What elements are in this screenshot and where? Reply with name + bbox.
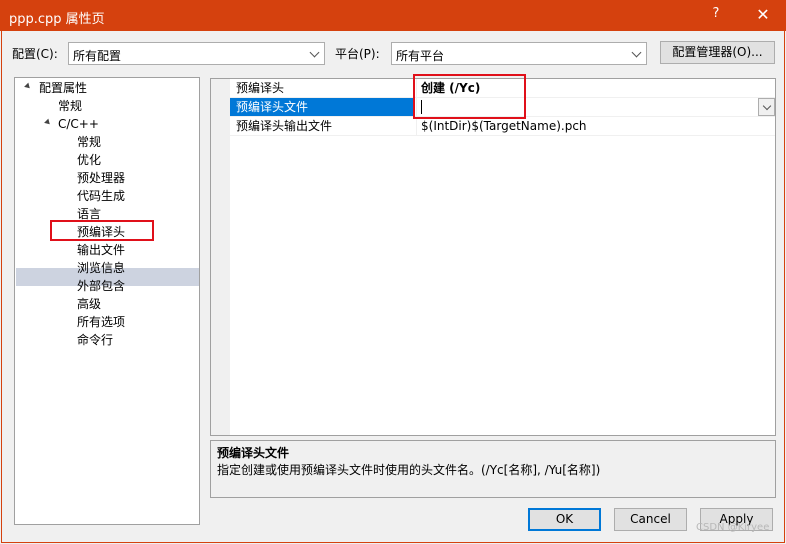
tree-item-preprocessor[interactable]: 预处理器 (77, 169, 125, 187)
close-button[interactable]: ✕ (740, 0, 786, 31)
config-manager-button[interactable]: 配置管理器(O)... (660, 41, 775, 64)
cancel-button[interactable]: Cancel (614, 508, 687, 531)
property-value[interactable]: $(IntDir)$(TargetName).pch (416, 117, 775, 135)
property-name: 预编译头 (236, 81, 285, 95)
config-label: 配置(C): (12, 47, 58, 61)
tree-item-all-options[interactable]: 所有选项 (77, 313, 125, 331)
config-dropdown[interactable]: 所有配置 (68, 42, 325, 65)
grid-gutter (211, 79, 230, 435)
tree-item-external-includes[interactable]: 外部包含 (77, 277, 125, 295)
platform-dropdown[interactable]: 所有平台 (391, 42, 647, 65)
tree-item-command-line[interactable]: 命令行 (77, 331, 113, 349)
watermark: CSDN @Kiryee (696, 522, 770, 533)
config-value: 所有配置 (73, 49, 122, 63)
tree-item-advanced[interactable]: 高级 (77, 295, 101, 313)
platform-label: 平台(P): (335, 47, 380, 61)
highlight-box-value (413, 74, 526, 119)
tree-item-config-properties[interactable]: 配置属性 (39, 79, 87, 97)
property-tree: 配置属性 常规 C/C++ 常规 优化 预处理器 代码生成 语言 预编译头 输出… (14, 77, 200, 525)
tree-item-browse-info[interactable]: 浏览信息 (77, 259, 125, 277)
tree-item-cpp-general[interactable]: 常规 (77, 133, 101, 151)
chevron-down-icon (310, 47, 320, 57)
expand-icon[interactable] (45, 120, 53, 128)
property-name: 预编译头输出文件 (236, 119, 333, 133)
description-title: 预编译头文件 (217, 446, 290, 460)
platform-value: 所有平台 (396, 49, 445, 63)
ok-button[interactable]: OK (528, 508, 601, 531)
description-text: 指定创建或使用预编译头文件时使用的头文件名。(/Yc[名称], /Yu[名称]) (217, 463, 601, 477)
dropdown-button[interactable] (758, 98, 775, 116)
chevron-down-icon (632, 47, 642, 57)
tree-item-general[interactable]: 常规 (58, 97, 82, 115)
tree-item-code-generation[interactable]: 代码生成 (77, 187, 125, 205)
property-grid: 预编译头 创建 (/Yc) 预编译头文件 预编译头输出文件 $(IntDir)$… (210, 78, 776, 436)
highlight-box-tree (50, 220, 154, 241)
tree-item-cpp[interactable]: C/C++ (58, 115, 99, 133)
help-button[interactable]: ? (706, 6, 726, 26)
window-title: ppp.cpp 属性页 (9, 12, 105, 27)
tree-item-optimization[interactable]: 优化 (77, 151, 101, 169)
dialog-body: 配置(C): 所有配置 平台(P): 所有平台 配置管理器(O)... 配置属性… (1, 31, 785, 543)
title-bar: ppp.cpp 属性页 ? ✕ (0, 0, 786, 31)
grid-row[interactable]: 预编译头输出文件 $(IntDir)$(TargetName).pch (230, 117, 775, 136)
description-panel: 预编译头文件 指定创建或使用预编译头文件时使用的头文件名。(/Yc[名称], /… (210, 440, 776, 498)
tree-item-output-files[interactable]: 输出文件 (77, 241, 125, 259)
property-name: 预编译头文件 (230, 98, 414, 116)
expand-icon[interactable] (25, 84, 33, 92)
